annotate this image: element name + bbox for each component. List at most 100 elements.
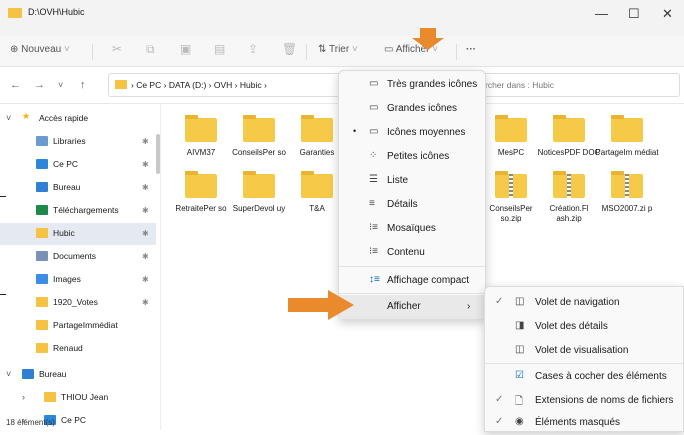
show-menu-label: Volet de visualisation xyxy=(535,345,629,356)
sidebar-scrollbar[interactable] xyxy=(156,134,160,174)
file-name: MSO2007.zi p xyxy=(601,204,653,213)
folder-icon xyxy=(243,171,275,198)
copy-icon[interactable]: ⧉ xyxy=(146,42,155,57)
folder-item[interactable]: AIVM37 xyxy=(168,115,234,158)
show-menu-item[interactable]: ◫ Volet de visualisation xyxy=(485,339,683,363)
sidebar-item-label: Téléchargements xyxy=(53,205,119,215)
view-menu-item[interactable]: Afficher › xyxy=(339,295,485,319)
breadcrumb-data[interactable]: DATA (D:) xyxy=(169,80,206,90)
breadcrumb[interactable]: › Ce PC › DATA (D:) › OVH › Hubic › xyxy=(108,73,346,97)
zip-folder-icon xyxy=(611,171,643,198)
sidebar-item[interactable]: PartageImmédiat xyxy=(0,315,156,337)
sidebar-item-label: THIOU Jean xyxy=(61,392,109,402)
pane-icon: 🗋 xyxy=(515,396,524,407)
show-menu-item[interactable]: ✓ ◉ Éléments masqués xyxy=(485,411,683,435)
folder-item[interactable]: SuperDevol uy xyxy=(226,171,292,214)
document-icon xyxy=(36,251,48,261)
sort-icon: ⇅ xyxy=(318,44,327,55)
folder-icon xyxy=(36,343,48,353)
sidebar-item[interactable]: 1920_Votes ✱ xyxy=(0,292,156,314)
sidebar-item[interactable]: › THIOU Jean xyxy=(0,387,156,409)
show-menu-item[interactable]: ◨ Volet des détails xyxy=(485,315,683,339)
folder-icon xyxy=(301,171,333,198)
sidebar-item[interactable]: Ce PC ✱ xyxy=(0,154,156,176)
chevron-down-icon[interactable]: ˅ xyxy=(6,113,11,123)
checkmark-icon: ✓ xyxy=(495,296,504,307)
folder-icon xyxy=(36,228,48,238)
view-menu-item[interactable]: ☰ Liste xyxy=(339,169,485,193)
folder-icon xyxy=(243,115,275,142)
more-button[interactable]: ··· xyxy=(466,44,476,55)
pane-icon: ◫ xyxy=(515,296,525,307)
show-menu-item[interactable]: ☑ Cases à cocher des éléments xyxy=(485,365,683,389)
breadcrumb-hubic[interactable]: Hubic xyxy=(240,80,262,90)
file-name: NoticesPDF DOC xyxy=(537,148,601,157)
zip-file-item[interactable]: MSO2007.zi p xyxy=(594,171,660,214)
view-menu-item[interactable]: ⁝≡ Contenu xyxy=(339,241,485,265)
breadcrumb-ovh[interactable]: OVH xyxy=(214,80,232,90)
sidebar-item[interactable]: Hubic ✱ xyxy=(0,223,156,245)
zip-file-item[interactable]: Création.Fl ash.zip xyxy=(536,171,602,224)
show-menu-label: Extensions de noms de fichiers xyxy=(535,395,674,406)
view-menu-item[interactable]: ⁝≡ Mosaïques xyxy=(339,217,485,241)
chevron-right-icon[interactable]: › xyxy=(22,392,25,402)
view-menu-item[interactable]: • ▭ Icônes moyennes xyxy=(339,121,485,145)
sidebar-item[interactable]: Renaud xyxy=(0,338,156,360)
recent-chevron-icon[interactable]: ˅ xyxy=(58,80,63,90)
command-bar: ⊕ Nouveau ˅ ✂ ⧉ ▣ ▤ ⇪ 🗑 ⇅ Trier ˅ ▭ Affi… xyxy=(0,36,684,67)
view-menu-item[interactable]: ▭ Grandes icônes xyxy=(339,97,485,121)
paste-icon[interactable]: ▣ xyxy=(180,42,191,56)
view-menu-item[interactable]: ≡ Détails xyxy=(339,193,485,217)
view-menu-item[interactable]: ▭ Très grandes icônes xyxy=(339,73,485,97)
search-box[interactable]: rcher dans : Hubic xyxy=(478,73,680,97)
sidebar-item[interactable]: Images ✱ xyxy=(0,269,156,291)
folder-item[interactable]: ConseilsPer so xyxy=(226,115,292,158)
folder-item[interactable]: RetraitePer so xyxy=(168,171,234,214)
view-menu-item[interactable]: ⁘ Petites icônes xyxy=(339,145,485,169)
sidebar-item-label: PartageImmédiat xyxy=(53,320,118,330)
sidebar-item[interactable]: ˅ ★ Accès rapide xyxy=(0,108,156,130)
cut-icon[interactable]: ✂ xyxy=(112,42,122,56)
divider xyxy=(456,44,457,60)
forward-arrow-icon[interactable]: → xyxy=(34,79,45,91)
divider xyxy=(92,44,93,60)
minimize-button[interactable]: — xyxy=(595,6,608,21)
divider xyxy=(306,44,307,60)
view-mode-icon: ⁘ xyxy=(369,150,378,161)
down-arrow-annotation-icon xyxy=(412,28,444,50)
view-mode-icon: ▭ xyxy=(369,102,379,113)
file-name: Création.Fl ash.zip xyxy=(549,204,589,223)
sidebar-item-label: 1920_Votes xyxy=(53,297,98,307)
show-menu-item[interactable]: ✓ ◫ Volet de navigation xyxy=(485,291,683,315)
folder-icon xyxy=(36,297,48,307)
sort-button[interactable]: ⇅ Trier ˅ xyxy=(318,44,358,55)
zip-file-item[interactable]: ConseilsPer so.zip xyxy=(478,171,544,224)
show-menu-item[interactable]: ✓ 🗋 Extensions de noms de fichiers xyxy=(485,389,683,413)
up-arrow-icon[interactable]: ↑ xyxy=(80,79,86,91)
maximize-button[interactable]: ☐ xyxy=(628,6,640,22)
folder-item[interactable]: MesPC xyxy=(478,115,544,158)
share-icon[interactable]: ⇪ xyxy=(248,42,258,56)
close-button[interactable]: ✕ xyxy=(662,6,673,22)
file-name: ConseilsPer so xyxy=(232,148,286,157)
folder-icon xyxy=(36,136,48,146)
breadcrumb-ce-pc[interactable]: Ce PC xyxy=(136,80,161,90)
folder-item[interactable]: NoticesPDF DOC xyxy=(536,115,602,158)
new-button[interactable]: ⊕ Nouveau ˅ xyxy=(10,44,70,55)
view-menu-item[interactable]: ↕≡ Affichage compact xyxy=(339,269,485,293)
view-mode-icon: ▭ xyxy=(369,126,379,137)
view-mode-icon: ▭ xyxy=(369,78,379,89)
pin-icon: ✱ xyxy=(142,229,149,238)
sidebar-item[interactable]: ˅ Bureau xyxy=(0,364,156,386)
rename-icon[interactable]: ▤ xyxy=(214,42,225,56)
view-mode-icon: ⁝≡ xyxy=(369,246,379,257)
sidebar-item[interactable]: Téléchargements ✱ xyxy=(0,200,156,222)
sidebar-item[interactable]: Bureau ✱ xyxy=(0,177,156,199)
back-arrow-icon[interactable]: ← xyxy=(10,79,21,91)
sidebar-item[interactable]: Documents ✱ xyxy=(0,246,156,268)
folder-item[interactable]: PartageIm médiat xyxy=(594,115,660,158)
delete-icon[interactable]: 🗑 xyxy=(282,42,297,56)
chevron-down-icon[interactable]: ˅ xyxy=(6,369,11,379)
view-menu-label: Affichage compact xyxy=(387,275,470,286)
sidebar-item[interactable]: Libraries ✱ xyxy=(0,131,156,153)
